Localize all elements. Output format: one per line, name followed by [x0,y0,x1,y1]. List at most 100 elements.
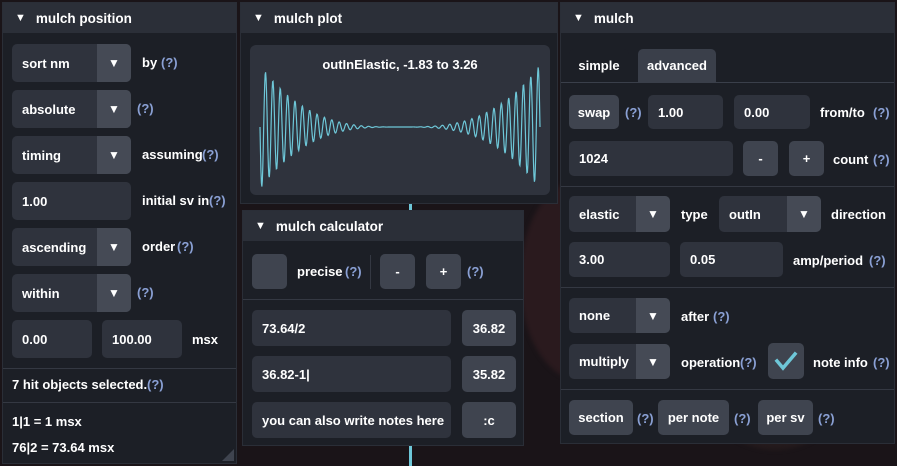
tab-simple[interactable]: simple [569,49,629,82]
assume-label: assuming [142,147,203,162]
calc-expression-input[interactable]: you can also write notes here [252,402,451,438]
operation-select[interactable]: multiply ▼ [569,344,670,379]
within-select[interactable]: within ▼ [12,274,131,312]
mulch-position-panel: ▼ mulch position sort nm ▼ by (?) absolute… [2,2,237,464]
selection-status: 7 hit objects selected. [12,377,148,392]
count-input[interactable]: 1024 [569,141,733,176]
per-note-button[interactable]: per note [658,400,729,435]
within-value: within [22,285,60,301]
help-icon[interactable]: (?) [177,239,194,254]
chevron-down-icon: ▼ [97,44,131,82]
type-select[interactable]: elastic ▼ [569,196,670,232]
note-info-checkbox[interactable] [768,343,804,379]
increment-button[interactable]: + [426,254,461,289]
sort-select[interactable]: sort nm ▼ [12,44,131,82]
calc-expression: 73.64/2 [262,320,306,336]
help-icon[interactable]: (?) [873,152,890,167]
calc-expression: 36.82-1| [262,366,310,382]
precise-checkbox[interactable] [252,254,287,289]
plot-area: outInElastic, -1.83 to 3.26 [250,45,550,195]
amp-value: 3.00 [579,252,605,267]
calc-result[interactable]: :c [462,402,516,438]
decrement-button[interactable]: - [380,254,415,289]
help-icon[interactable]: (?) [625,105,642,120]
help-icon[interactable]: (?) [345,264,362,279]
panel-header[interactable]: ▼ mulch calculator [243,211,523,241]
help-icon[interactable]: (?) [818,411,835,426]
help-icon[interactable]: (?) [467,264,484,279]
direction-label: direction [831,207,886,222]
calc-result[interactable]: 35.82 [462,356,516,392]
mulch-panel: ▼ mulch simple advanced swap (?) 1.00 0.0… [560,2,895,444]
period-value: 0.05 [690,252,716,267]
help-icon[interactable]: (?) [161,55,178,70]
collapse-triangle-icon[interactable]: ▼ [573,12,584,24]
collapse-triangle-icon[interactable]: ▼ [253,12,264,24]
range-unit-label: msx [192,332,219,347]
chevron-down-icon: ▼ [636,344,670,379]
help-icon[interactable]: (?) [873,355,890,370]
range-to-input[interactable]: 100.00 [102,320,182,358]
section-button[interactable]: section [569,400,633,435]
help-icon[interactable]: (?) [713,309,730,324]
plot-curve [259,67,541,187]
calc-expression-input[interactable]: 36.82-1| [252,356,451,392]
collapse-triangle-icon[interactable]: ▼ [15,12,26,24]
calc-expression-input[interactable]: 73.64/2 [252,310,451,346]
after-label: after [681,309,710,324]
amp-period-label: amp/period [793,253,864,268]
to-value: 0.00 [744,104,770,120]
order-select[interactable]: ascending ▼ [12,228,131,266]
panel-header[interactable]: ▼ mulch [561,3,894,33]
help-icon[interactable]: (?) [637,411,654,426]
help-icon[interactable]: (?) [734,411,751,426]
panel-header[interactable]: ▼ mulch plot [241,3,557,33]
chevron-down-icon: ▼ [636,298,670,333]
assume-select[interactable]: timing ▼ [12,136,131,174]
mulch-plot-panel: ▼ mulch plot outInElastic, -1.83 to 3.26 [240,2,558,204]
initial-sv-input[interactable]: 1.00 [12,182,131,220]
help-icon[interactable]: (?) [202,147,219,162]
panel-title: mulch calculator [275,218,384,234]
panel-title: mulch position [35,10,132,26]
help-icon[interactable]: (?) [137,285,154,300]
amp-input[interactable]: 3.00 [569,242,670,277]
help-icon[interactable]: (?) [873,105,890,120]
panel-header[interactable]: ▼ mulch position [3,3,236,33]
help-icon[interactable]: (?) [147,377,164,392]
resize-grip-icon[interactable] [222,449,234,461]
tab-advanced[interactable]: advanced [638,49,716,82]
divider [561,186,894,187]
help-icon[interactable]: (?) [209,193,226,208]
after-value: none [579,308,611,323]
initial-sv-value: 1.00 [22,193,48,209]
count-decrement-button[interactable]: - [743,141,778,176]
direction-select[interactable]: outIn ▼ [719,196,821,232]
period-input[interactable]: 0.05 [680,242,783,277]
help-icon[interactable]: (?) [869,253,886,268]
after-select[interactable]: none ▼ [569,298,670,333]
divider [561,389,894,390]
to-input[interactable]: 0.00 [734,95,810,129]
divider [3,368,236,369]
calc-expression: you can also write notes here [262,412,445,428]
panel-title: mulch [593,10,634,26]
count-increment-button[interactable]: + [789,141,824,176]
chevron-down-icon: ▼ [787,196,821,232]
info-line-2: 76|2 = 73.64 msx [12,440,115,455]
order-label: order [142,239,176,254]
help-icon[interactable]: (?) [740,355,757,370]
collapse-triangle-icon[interactable]: ▼ [255,220,266,232]
per-sv-button[interactable]: per sv [758,400,813,435]
precise-label: precise [297,264,343,279]
calc-result[interactable]: 36.82 [462,310,516,346]
operation-value: multiply [579,354,629,369]
initial-sv-label: initial sv in [142,193,210,208]
swap-button[interactable]: swap [569,95,619,129]
type-label: type [681,207,708,222]
help-icon[interactable]: (?) [137,101,154,116]
sort-value: sort nm [22,55,70,71]
range-from-input[interactable]: 0.00 [12,320,92,358]
mode-select[interactable]: absolute ▼ [12,90,131,128]
from-input[interactable]: 1.00 [648,95,723,129]
